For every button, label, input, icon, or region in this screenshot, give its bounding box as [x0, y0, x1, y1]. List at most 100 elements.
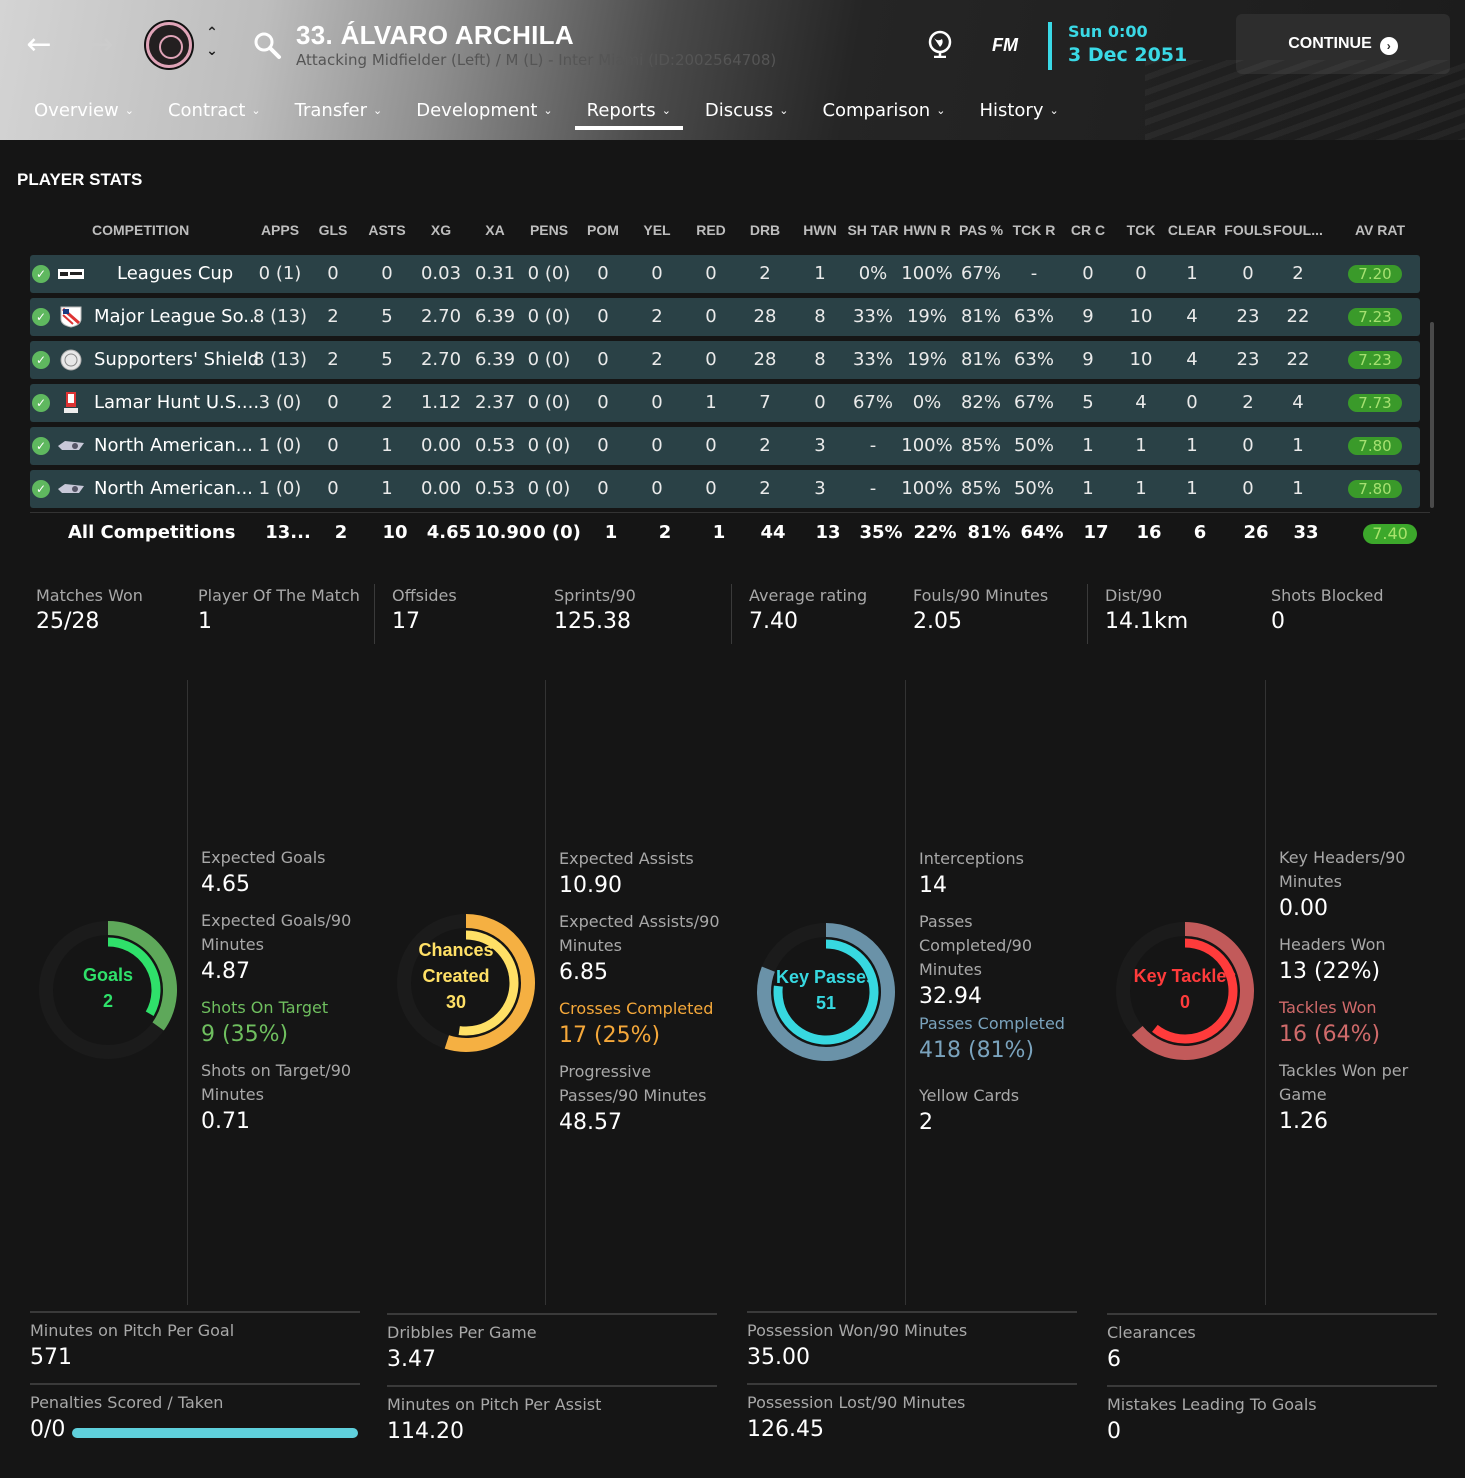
panel-stat: Interceptions 14	[919, 847, 1089, 898]
tab-contract[interactable]: Contract ⌄	[156, 96, 273, 134]
table-cell: 0.03	[420, 263, 462, 284]
tab-reports[interactable]: Reports ⌄	[574, 96, 684, 134]
stat-value: 0.71	[201, 1109, 250, 1134]
total-cell: 1	[712, 522, 726, 543]
summary-label: Average rating	[749, 586, 868, 605]
continue-button[interactable]: CONTINUE ›	[1236, 14, 1450, 74]
summary-stat: Matches Won 25/28	[36, 586, 143, 634]
stat-label: Expected Goals/90 Minutes	[201, 911, 352, 954]
table-row[interactable]: ✓ Leagues Cup 0 (1) 0 0 0.03 0.31 0 (0) 0 0 0 2 1 0% 1…	[30, 255, 1420, 293]
rating-badge: 7.23	[1348, 308, 1402, 326]
divider	[30, 1311, 360, 1313]
column-header: POM	[587, 222, 619, 238]
tab-history[interactable]: History ⌄	[967, 96, 1070, 134]
table-row[interactable]: ✓ Lamar Hunt U.S.... 3 (0) 0 2 1.12 2.37 0 (0) 0…	[30, 384, 1420, 422]
table-cell: 3	[814, 478, 826, 499]
table-cell: 0	[597, 478, 609, 499]
total-cell: 10	[382, 522, 408, 543]
table-cell: 0.31	[474, 263, 516, 284]
player-subtitle: Attacking Midfielder (Left) / M (L) - In…	[296, 51, 777, 69]
up-down-chevron-icon[interactable]: ⌃ ⌄	[203, 24, 221, 64]
tab-development[interactable]: Development ⌄	[404, 96, 564, 134]
bottom-stat: Mistakes Leading To Goals 0	[1107, 1393, 1317, 1444]
club-badge-icon[interactable]	[146, 22, 192, 68]
ring-title: Chances Created	[418, 940, 494, 986]
header-bar: ← → ⌃ ⌄ 33. ÁLVARO ARCHILA Attacking Midf…	[0, 0, 1465, 140]
rating-badge: 7.80	[1348, 480, 1402, 498]
table-cell: 50%	[1013, 435, 1054, 456]
chevron-down-icon: ⌄	[373, 104, 383, 117]
competition-name: Supporters' Shield	[94, 349, 260, 370]
table-cell: 67%	[1013, 392, 1054, 413]
table-row[interactable]: ✓ Major League So... 8 (13) 2 5 2.70 6.39 0 (0)…	[30, 298, 1420, 336]
column-header: COMPETITION	[92, 222, 190, 238]
chevron-down-icon: ⌄	[124, 104, 134, 117]
summary-value: 0	[1271, 609, 1285, 634]
total-row: All Competitions 13... 2 10 4.65 10.90 0 (0) 1 2…	[30, 512, 1430, 552]
table-cell: 0	[651, 392, 663, 413]
table-row[interactable]: ✓ Supporters' Shield 8 (13) 2 5 2.70 6.39 0 (0)…	[30, 341, 1420, 379]
checkmark-icon: ✓	[32, 265, 50, 283]
tab-overview[interactable]: Overview ⌄	[22, 96, 146, 134]
ring-title: Key Passes	[775, 967, 877, 987]
total-cell: 1	[604, 522, 618, 543]
back-arrow-icon[interactable]: ←	[22, 28, 56, 62]
table-cell: 2.70	[420, 349, 462, 370]
tab-discuss[interactable]: Discuss ⌄	[693, 96, 801, 134]
table-cell: 67%	[960, 263, 1001, 284]
table-cell: 0 (1)	[258, 263, 302, 284]
table-scrollbar[interactable]	[1430, 322, 1434, 508]
table-cell: 2	[327, 306, 339, 327]
total-cell: 35%	[859, 522, 903, 543]
stat-label: Shots On Target	[201, 998, 329, 1017]
table-cell: 0	[1082, 263, 1094, 284]
table-cell: 2	[651, 349, 663, 370]
table-cell: 2	[759, 478, 771, 499]
tab-comparison[interactable]: Comparison ⌄	[810, 96, 957, 134]
table-row[interactable]: ✓ North American... 1 (0) 0 1 0.00 0.53 0 (0) 0 0…	[30, 427, 1420, 465]
competition-name: Lamar Hunt U.S....	[94, 392, 260, 413]
table-row[interactable]: ✓ North American... 1 (0) 0 1 0.00 0.53 0 (0) 0 0…	[30, 470, 1420, 508]
stat-value: 3.47	[387, 1347, 436, 1372]
total-cell: 2	[334, 522, 348, 543]
fm-logo[interactable]: FM	[992, 35, 1018, 56]
rating-badge: 7.80	[1348, 437, 1402, 455]
table-cell: -	[1030, 263, 1038, 284]
divider	[1107, 1385, 1437, 1387]
table-cell: 2	[759, 263, 771, 284]
chevron-down-icon: ⌄	[936, 104, 946, 117]
column-header: RED	[696, 222, 726, 238]
table-cell: 1	[1186, 435, 1198, 456]
table-cell: 2.37	[474, 392, 516, 413]
table-cell: 7	[759, 392, 771, 413]
panel-stat: Headers Won 13 (22%)	[1279, 933, 1449, 984]
panel-stat: Expected Assists/90 Minutes 6.85	[559, 910, 729, 985]
checkmark-icon: ✓	[32, 308, 50, 326]
tab-transfer[interactable]: Transfer ⌄	[283, 96, 395, 134]
table-cell: 4	[1186, 306, 1198, 327]
table-cell: 22	[1286, 306, 1310, 327]
ring-label: Key Tackles 0	[1115, 963, 1255, 1015]
total-cell: 22%	[913, 522, 957, 543]
search-icon[interactable]	[252, 30, 282, 60]
panel-stat: Shots On Target 9 (35%)	[201, 996, 371, 1047]
table-cell: 2	[381, 392, 393, 413]
table-cell: 3 (0)	[258, 392, 302, 413]
column-header: XA	[485, 222, 505, 238]
panel-stat: Shots on Target/90 Minutes 0.71	[201, 1059, 371, 1134]
column-header: TCK R	[1012, 222, 1056, 238]
stat-value: 2	[919, 1110, 933, 1135]
ring-value: 2	[102, 991, 113, 1011]
summary-stat: Shots Blocked 0	[1271, 586, 1383, 634]
table-cell: 19%	[906, 306, 947, 327]
table-cell: 28	[753, 349, 777, 370]
summary-label: Fouls/90 Minutes	[913, 586, 1049, 605]
table-cell: 85%	[960, 435, 1001, 456]
table-cell: 0.00	[420, 478, 462, 499]
table-cell: 0	[1186, 392, 1198, 413]
stat-label: Headers Won	[1279, 935, 1386, 954]
globe-icon[interactable]	[926, 30, 954, 58]
checkmark-icon: ✓	[32, 480, 50, 498]
forward-arrow-icon[interactable]: →	[84, 28, 118, 62]
leagues-cup-logo-icon	[57, 263, 85, 285]
